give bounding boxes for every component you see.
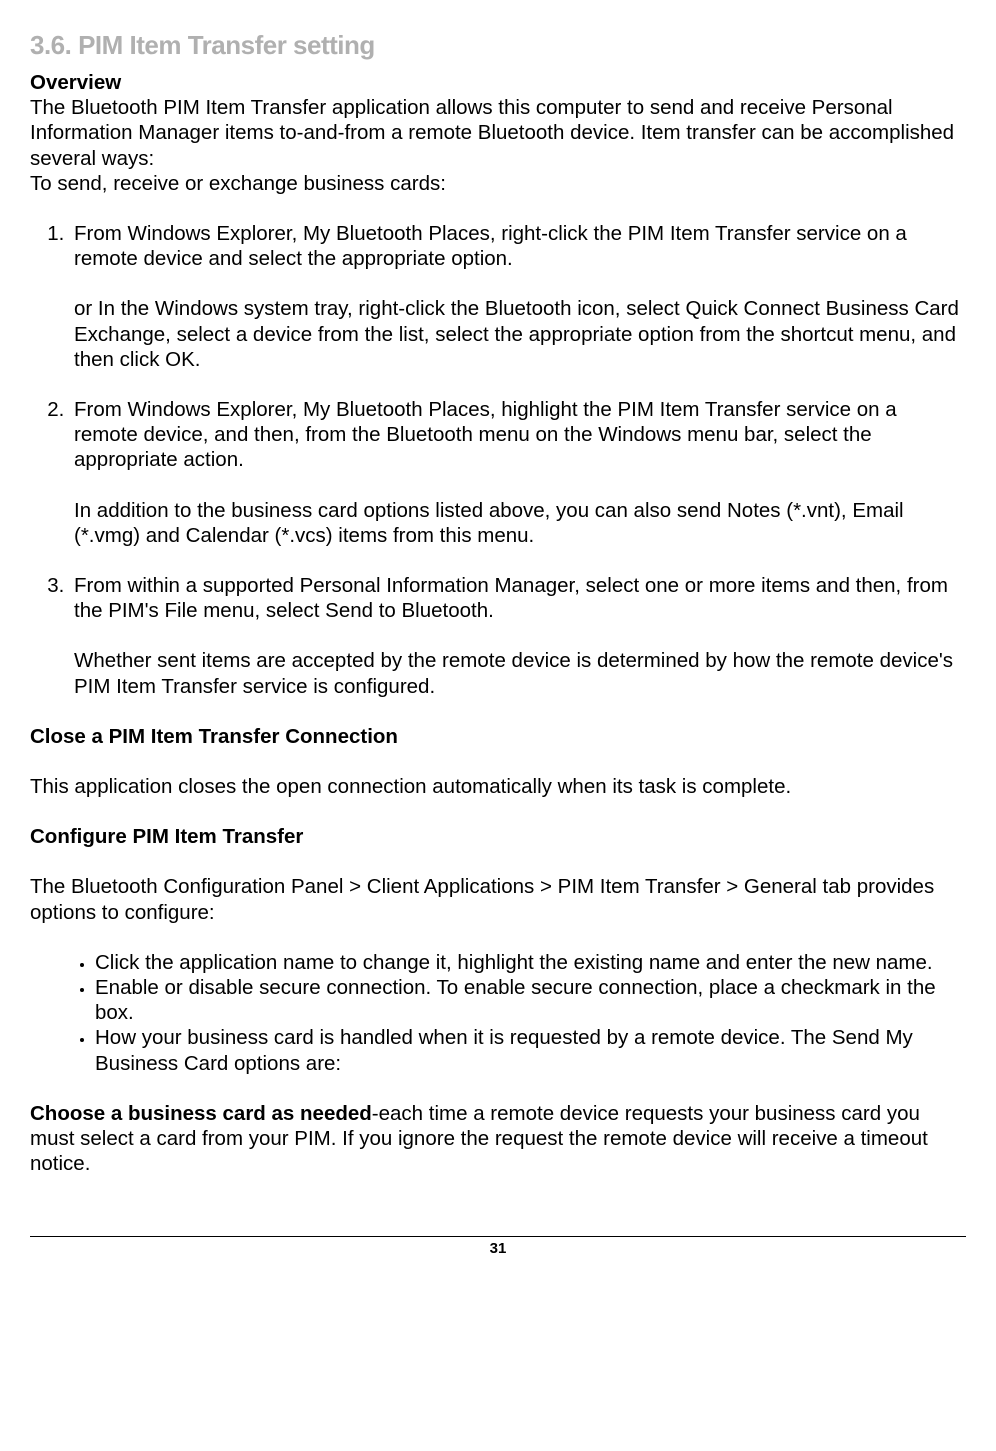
list-item-2: From Windows Explorer, My Bluetooth Plac… bbox=[70, 397, 966, 573]
bullet-item-2: Enable or disable secure connection. To … bbox=[95, 975, 966, 1025]
item1-para2: or In the Windows system tray, right-cli… bbox=[74, 297, 959, 370]
to-send-text: To send, receive or exchange business ca… bbox=[30, 172, 446, 195]
numbered-list: From Windows Explorer, My Bluetooth Plac… bbox=[30, 221, 966, 699]
overview-text: The Bluetooth PIM Item Transfer applicat… bbox=[30, 96, 954, 169]
list-item-1: From Windows Explorer, My Bluetooth Plac… bbox=[70, 221, 966, 397]
config-heading: Configure PIM Item Transfer bbox=[30, 824, 966, 849]
overview-label: Overview bbox=[30, 71, 121, 94]
item2-para1: From Windows Explorer, My Bluetooth Plac… bbox=[74, 398, 897, 471]
choose-bold: Choose a business card as needed bbox=[30, 1102, 372, 1125]
choose-paragraph: Choose a business card as needed-each ti… bbox=[30, 1101, 966, 1177]
item3-para1: From within a supported Personal Informa… bbox=[74, 574, 948, 622]
item3-para2: Whether sent items are accepted by the r… bbox=[74, 649, 953, 697]
item1-para1: From Windows Explorer, My Bluetooth Plac… bbox=[74, 222, 907, 270]
list-item-3: From within a supported Personal Informa… bbox=[70, 573, 966, 699]
overview-block: Overview The Bluetooth PIM Item Transfer… bbox=[30, 70, 966, 196]
close-heading: Close a PIM Item Transfer Connection bbox=[30, 724, 966, 749]
close-text: This application closes the open connect… bbox=[30, 774, 966, 799]
page-number: 31 bbox=[30, 1237, 966, 1258]
bullet-item-3: How your business card is handled when i… bbox=[95, 1025, 966, 1075]
config-text: The Bluetooth Configuration Panel > Clie… bbox=[30, 874, 966, 924]
section-title: 3.6. PIM Item Transfer setting bbox=[30, 30, 966, 62]
item2-para2: In addition to the business card options… bbox=[74, 499, 904, 547]
bullet-list: Click the application name to change it,… bbox=[30, 950, 966, 1076]
bullet-item-1: Click the application name to change it,… bbox=[95, 950, 966, 975]
